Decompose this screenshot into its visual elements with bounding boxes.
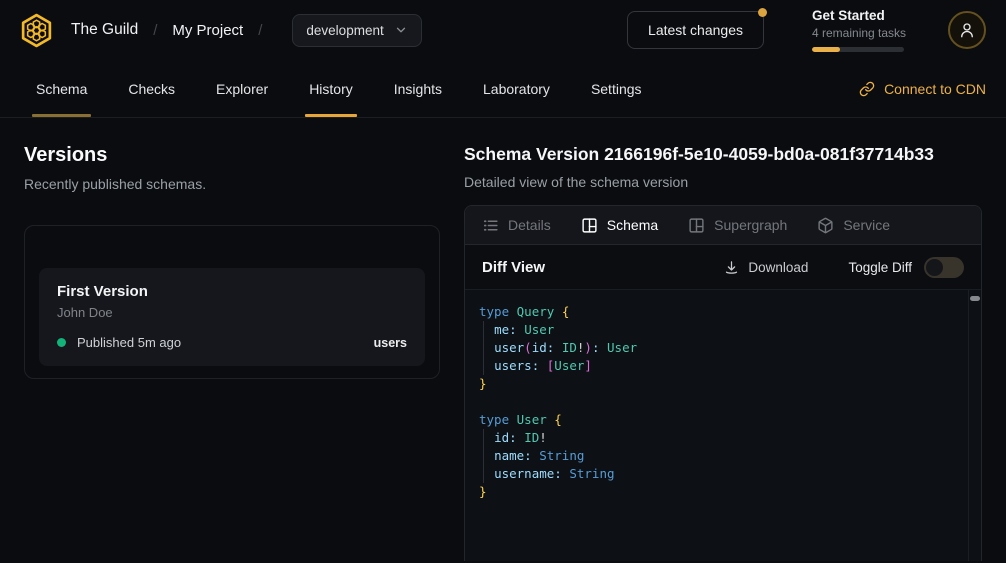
code-line: type User { (479, 411, 961, 429)
tab-supergraph-label: Supergraph (714, 217, 787, 233)
diff-view-title: Diff View (482, 259, 545, 276)
diff-actions: Download Toggle Diff (724, 257, 964, 278)
nav-tab-insights[interactable]: Insights (394, 60, 442, 117)
code-line: } (479, 483, 961, 501)
breadcrumb-separator: / (258, 22, 262, 39)
target-selector-dropdown[interactable]: development (292, 14, 421, 47)
versions-panel: Versions Recently published schemas. Fir… (24, 144, 440, 561)
tab-details[interactable]: Details (482, 217, 551, 234)
tab-service[interactable]: Service (817, 217, 890, 234)
code-line: users: [User] (479, 357, 961, 375)
columns-icon (688, 217, 705, 234)
columns-icon (581, 217, 598, 234)
user-avatar[interactable] (948, 11, 986, 49)
schema-code-viewer[interactable]: type Query { me: User user(id: ID!): Use… (465, 290, 981, 561)
connect-to-cdn-button[interactable]: Connect to CDN (859, 60, 986, 117)
toggle-diff-label: Toggle Diff (848, 260, 912, 275)
version-title: First Version (57, 283, 407, 300)
nav-tab-history[interactable]: History (309, 60, 353, 117)
target-selector-value: development (306, 23, 383, 38)
cube-icon (817, 217, 834, 234)
link-icon (859, 81, 875, 97)
switch-knob (926, 259, 943, 276)
nav-tab-schema[interactable]: Schema (36, 60, 87, 117)
breadcrumb-org[interactable]: The Guild (71, 21, 138, 39)
nav-tab-settings[interactable]: Settings (591, 60, 642, 117)
schema-view-panel: Details Schema Sup (464, 205, 982, 561)
code-line: user(id: ID!): User (479, 339, 961, 357)
connect-to-cdn-label: Connect to CDN (884, 81, 986, 97)
code-line (479, 393, 961, 411)
download-icon (724, 260, 739, 275)
tab-schema-label: Schema (607, 217, 658, 233)
get-started-widget[interactable]: Get Started 4 remaining tasks (812, 8, 908, 52)
code-line: username: String (479, 465, 961, 483)
latest-changes-button[interactable]: Latest changes (627, 11, 764, 49)
person-icon (958, 21, 976, 39)
tab-details-label: Details (508, 217, 551, 233)
nav-tab-laboratory[interactable]: Laboratory (483, 60, 550, 117)
tab-service-label: Service (843, 217, 890, 233)
published-status-text: Published 5m ago (77, 335, 181, 350)
breadcrumb-separator: / (153, 22, 157, 39)
detail-tabs: Details Schema Sup (465, 206, 981, 245)
hive-logo-icon[interactable] (18, 12, 55, 49)
diff-view-toolbar: Diff View Download Toggle Diff (465, 245, 981, 290)
progress-fill (812, 47, 840, 52)
main-nav: Schema Checks Explorer History Insights … (0, 60, 1006, 118)
breadcrumb-project[interactable]: My Project (172, 22, 243, 39)
get-started-progressbar (812, 47, 904, 52)
nav-tab-checks[interactable]: Checks (128, 60, 175, 117)
download-label: Download (748, 260, 808, 275)
versions-subtitle: Recently published schemas. (24, 176, 440, 192)
code-scrollbar-thumb[interactable] (970, 296, 980, 301)
code-line: name: String (479, 447, 961, 465)
code-line: id: ID! (479, 429, 961, 447)
nav-tab-explorer[interactable]: Explorer (216, 60, 268, 117)
versions-title: Versions (24, 144, 440, 167)
latest-changes-wrapper: Latest changes (627, 11, 764, 49)
code-line: } (479, 375, 961, 393)
version-detail-title: Schema Version 2166196f-5e10-4059-bd0a-0… (464, 144, 982, 165)
version-author: John Doe (57, 305, 407, 320)
tab-supergraph[interactable]: Supergraph (688, 217, 787, 234)
toggle-diff-switch[interactable] (924, 257, 964, 278)
chevron-down-icon (394, 23, 408, 37)
code-line: me: User (479, 321, 961, 339)
get-started-title: Get Started (812, 8, 908, 23)
main-content: Versions Recently published schemas. Fir… (0, 118, 1006, 561)
code-block: type Query { me: User user(id: ID!): Use… (479, 303, 961, 501)
versions-list-container: First Version John Doe Published 5m ago … (24, 225, 440, 379)
code-scrollbar[interactable] (968, 290, 981, 561)
version-detail-panel: Schema Version 2166196f-5e10-4059-bd0a-0… (464, 144, 982, 561)
list-icon (482, 217, 499, 234)
version-list-item[interactable]: First Version John Doe Published 5m ago … (39, 268, 425, 366)
app-header: The Guild / My Project / development Lat… (0, 0, 1006, 60)
tab-schema[interactable]: Schema (581, 217, 658, 234)
version-meta-row: Published 5m ago users (57, 335, 407, 350)
notification-dot (758, 8, 767, 17)
service-name-badge: users (374, 336, 407, 350)
published-status-dot (57, 338, 66, 347)
code-line: type Query { (479, 303, 961, 321)
get-started-subtitle: 4 remaining tasks (812, 26, 908, 40)
download-button[interactable]: Download (724, 260, 808, 275)
version-detail-subtitle: Detailed view of the schema version (464, 174, 982, 190)
